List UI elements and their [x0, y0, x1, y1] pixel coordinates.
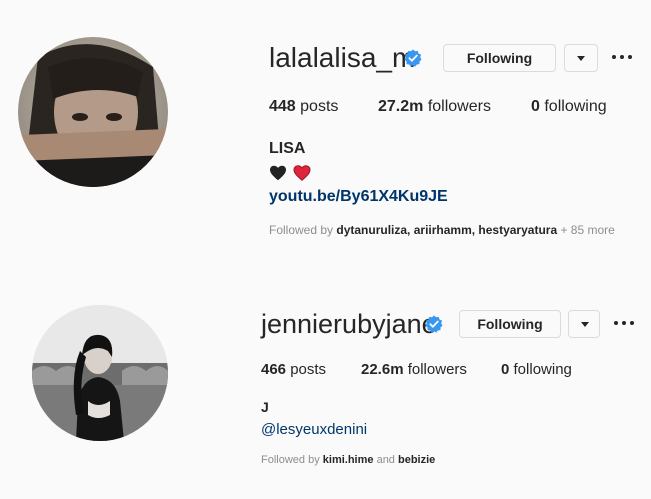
bio-link[interactable]: @lesyeuxdenini	[261, 421, 367, 438]
following-button[interactable]: Following	[443, 44, 556, 72]
posts-count: 448 posts	[269, 98, 339, 115]
followed-by-text[interactable]: Followed by dytanuruliza, ariirhamm, hes…	[269, 223, 615, 237]
posts-count: 466 posts	[261, 361, 327, 378]
followers-count-link[interactable]: 27.2m followers	[378, 98, 491, 116]
more-options-icon[interactable]	[612, 315, 636, 331]
following-count-link[interactable]: 0 following	[501, 361, 572, 378]
black-heart-icon	[270, 165, 286, 180]
following-button[interactable]: Following	[459, 310, 561, 338]
followers-count-link[interactable]: 22.6m followers	[361, 361, 467, 378]
red-heart-icon	[293, 164, 311, 181]
suggested-accounts-button[interactable]	[568, 310, 600, 338]
profile-username: lalalalisa_m	[269, 42, 416, 73]
suggested-accounts-button[interactable]	[564, 44, 598, 72]
profile-username: jennierubyjane	[261, 309, 437, 339]
verified-badge-icon	[425, 315, 443, 333]
chevron-down-icon	[581, 322, 589, 327]
bio-emoji	[269, 162, 311, 182]
profile-avatar[interactable]	[32, 305, 168, 441]
bio-link[interactable]: youtu.be/By61X4Ku9JE	[269, 188, 448, 206]
profile-full-name: LISA	[269, 140, 306, 157]
following-count-link[interactable]: 0 following	[531, 98, 607, 116]
verified-badge-icon	[404, 49, 422, 67]
profile-avatar[interactable]	[18, 37, 168, 187]
followed-by-text[interactable]: Followed by kimi.hime and bebizie	[261, 454, 435, 466]
profile-full-name: J	[261, 399, 269, 415]
more-options-icon[interactable]	[610, 49, 634, 65]
chevron-down-icon	[577, 56, 585, 61]
